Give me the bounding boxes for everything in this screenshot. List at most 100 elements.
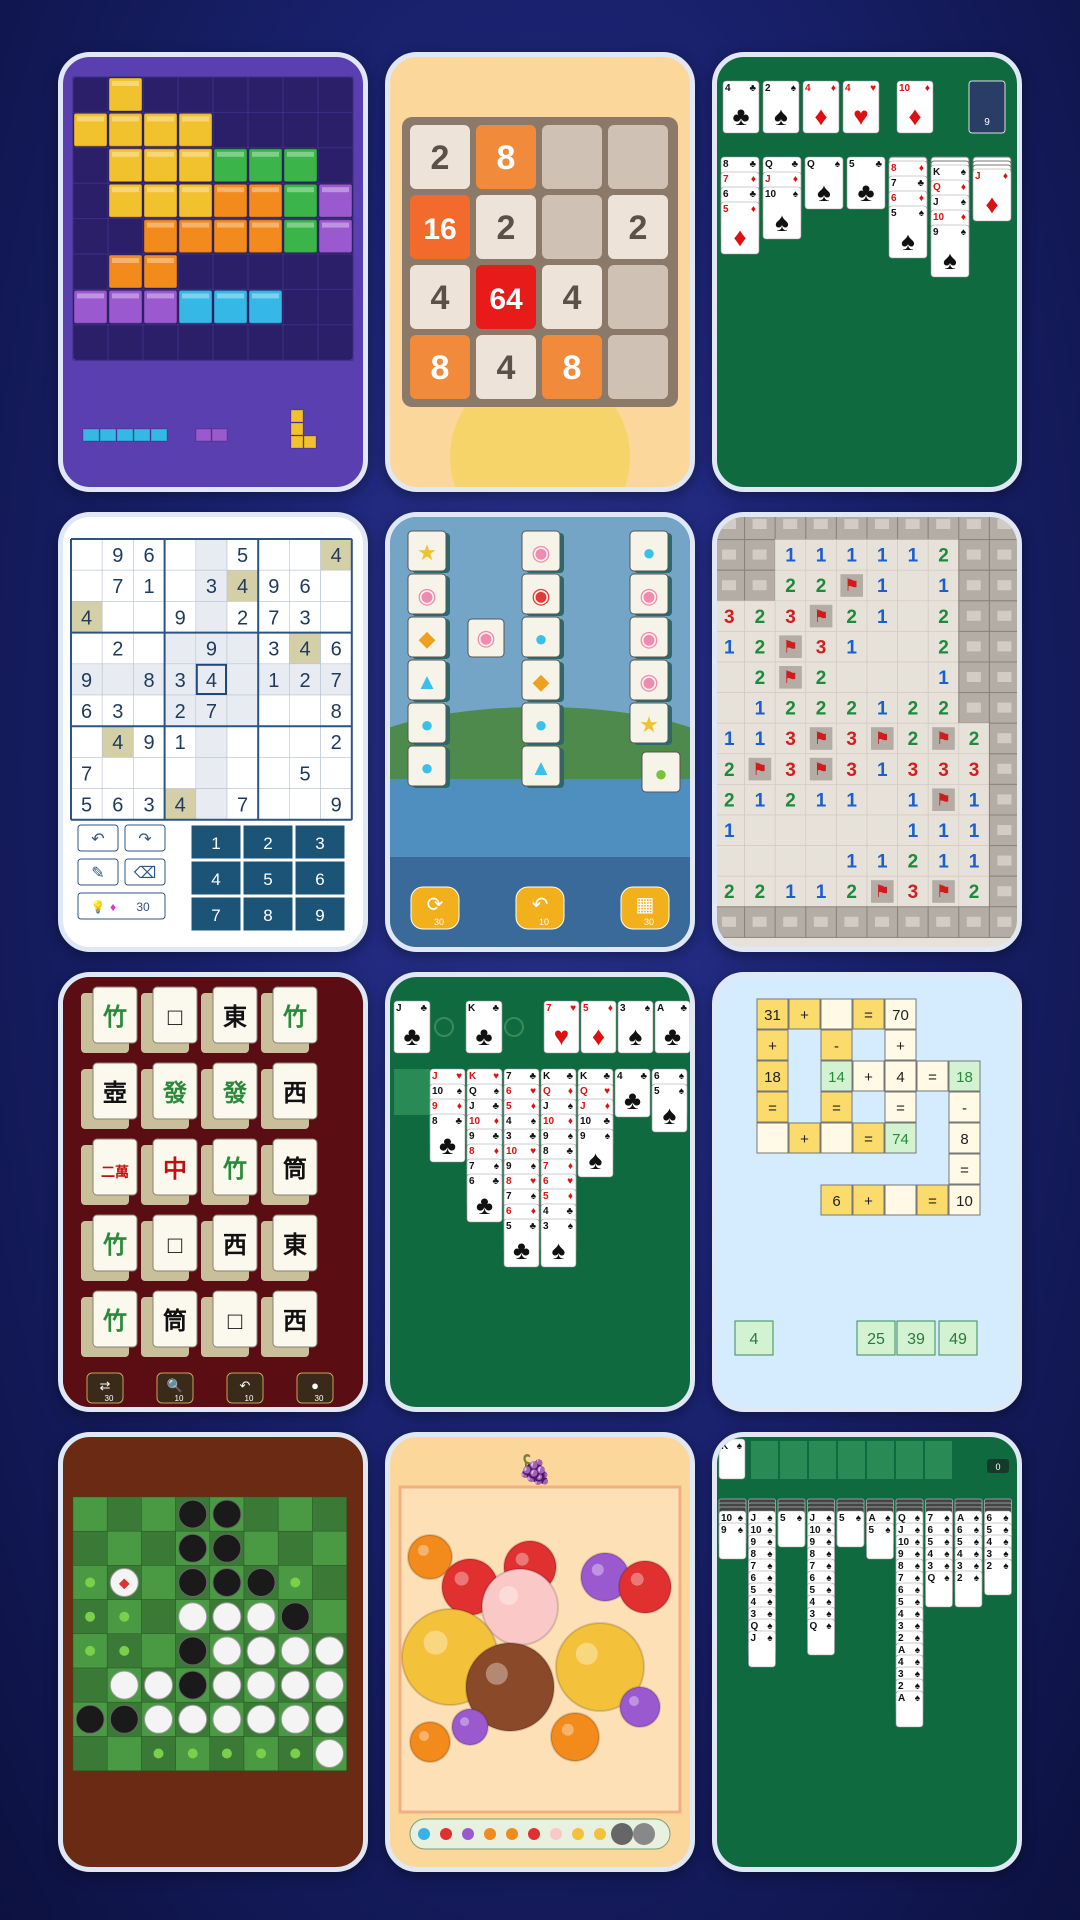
- tile-2048[interactable]: [542, 125, 602, 189]
- mahjong-card[interactable]: 竹 □ 東竹壺發發西二萬中竹筒竹 □ 西東竹筒 □ 西 ⇄ 30 🔍 10 ↶ 10 ● 30: [58, 972, 368, 1412]
- open-cell[interactable]: [866, 661, 898, 693]
- sudoku-cell[interactable]: [133, 632, 165, 665]
- white-disc[interactable]: [315, 1739, 344, 1768]
- tray-piece-cyan[interactable]: [133, 428, 151, 442]
- open-cell[interactable]: [866, 784, 898, 816]
- black-disc[interactable]: [178, 1636, 208, 1666]
- board-square[interactable]: [312, 1530, 347, 1566]
- foundation-slot[interactable]: [896, 1441, 923, 1479]
- math-crossword-card[interactable]: 31 + = 70 + - +18 14 +4 = 18 = = = - + = 74 8 = 6 + = 10 4 25 39 49: [712, 972, 1022, 1412]
- tile-2048[interactable]: [608, 335, 668, 399]
- white-disc[interactable]: [246, 1670, 276, 1700]
- white-disc[interactable]: [109, 1670, 139, 1700]
- black-disc[interactable]: [178, 1670, 208, 1700]
- board-square[interactable]: [141, 1599, 176, 1635]
- tray-piece-cyan[interactable]: [116, 428, 134, 442]
- board-square[interactable]: [106, 1736, 142, 1771]
- black-disc[interactable]: [178, 1533, 208, 1563]
- grape-fruit[interactable]: [619, 1686, 661, 1728]
- black-disc[interactable]: [212, 1533, 242, 1563]
- board-square[interactable]: [277, 1530, 313, 1566]
- sudoku-cell[interactable]: [70, 538, 103, 571]
- open-cell[interactable]: [897, 661, 929, 693]
- board-square[interactable]: [106, 1496, 142, 1532]
- sudoku-cell[interactable]: [226, 757, 259, 789]
- black-disc[interactable]: [280, 1602, 310, 1632]
- move-hint[interactable]: [119, 1611, 130, 1622]
- black-disc[interactable]: [212, 1499, 242, 1529]
- sudoku-cell[interactable]: [257, 757, 290, 789]
- sudoku-card[interactable]: 9654713496492732934698341276327849127556…: [58, 512, 368, 952]
- board-square[interactable]: [141, 1633, 176, 1669]
- open-cell[interactable]: [897, 569, 929, 602]
- sudoku-cell[interactable]: [133, 757, 165, 789]
- white-disc[interactable]: [144, 1670, 173, 1700]
- white-disc[interactable]: [280, 1704, 310, 1734]
- sudoku-cell[interactable]: [164, 757, 197, 789]
- sudoku-cell[interactable]: [133, 694, 165, 727]
- open-cell[interactable]: [836, 814, 868, 846]
- black-disc[interactable]: [178, 1568, 208, 1597]
- crossword-cell[interactable]: [756, 1122, 789, 1154]
- open-cell[interactable]: [717, 692, 745, 724]
- sudoku-cell[interactable]: [195, 757, 228, 789]
- tray-piece-yellow[interactable]: [303, 435, 317, 449]
- sudoku-cell[interactable]: [195, 725, 228, 758]
- sudoku-cell[interactable]: [289, 694, 321, 727]
- foundation-slot[interactable]: [780, 1441, 807, 1479]
- sudoku-cell[interactable]: [226, 632, 259, 665]
- sudoku-cell[interactable]: [257, 538, 290, 571]
- board-square[interactable]: [141, 1565, 176, 1600]
- foundation-slot[interactable]: [809, 1441, 836, 1479]
- white-disc[interactable]: [280, 1636, 310, 1666]
- sudoku-cell[interactable]: [164, 632, 197, 665]
- sudoku-cell[interactable]: [257, 694, 290, 727]
- open-cell[interactable]: [805, 845, 837, 877]
- move-hint[interactable]: [85, 1611, 96, 1622]
- apple-fruit[interactable]: [618, 1560, 672, 1614]
- white-disc[interactable]: [212, 1602, 242, 1632]
- sudoku-cell[interactable]: [289, 538, 321, 571]
- tile-match-card[interactable]: ★ ◉ ◆ ▲ ● ● ◉ ◉ ● ◆ ● ▲ ● ◉ ◉ ◉ ★ ◉ ● ⟳ 30 ↶ 10 ▦ 30: [385, 512, 695, 952]
- sudoku-cell[interactable]: [195, 538, 228, 571]
- move-hint[interactable]: [290, 1577, 301, 1588]
- reversi-card[interactable]: ◆: [58, 1432, 368, 1872]
- move-hint[interactable]: [187, 1748, 198, 1759]
- move-hint[interactable]: [85, 1577, 96, 1588]
- open-cell[interactable]: [805, 814, 837, 846]
- tile-2048[interactable]: [608, 265, 668, 329]
- sudoku-cell[interactable]: [133, 601, 165, 633]
- orange-fruit[interactable]: [409, 1721, 451, 1763]
- white-disc[interactable]: [178, 1602, 208, 1632]
- sudoku-cell[interactable]: [320, 569, 353, 602]
- board-square[interactable]: [72, 1736, 108, 1771]
- tray-piece-purple[interactable]: [211, 428, 228, 442]
- klondike-card[interactable]: 4 ♣ ♣ 2 ♠ ♠ 4 ♦ ♦ 4 ♥ ♥ 10 ♦ ♦ 9 8 ♣ 7 ♦ 6 ♣ 5 ♦ ♦ Q ♣ J ♦ 10 ♠ ♠ Q ♠ ♠ 5 ♣ ♣…: [712, 52, 1022, 492]
- sudoku-cell[interactable]: [289, 788, 321, 821]
- sudoku-cell[interactable]: [257, 788, 290, 821]
- open-cell[interactable]: [717, 661, 745, 693]
- open-cell[interactable]: [744, 845, 776, 877]
- white-disc[interactable]: [212, 1670, 242, 1700]
- board-square[interactable]: [312, 1565, 347, 1600]
- fruit-merge-card[interactable]: 🍇: [385, 1432, 695, 1872]
- move-hint[interactable]: [221, 1748, 232, 1759]
- crossword-cell[interactable]: [820, 1122, 853, 1154]
- sudoku-cell[interactable]: [101, 663, 134, 696]
- sudoku-cell[interactable]: [257, 725, 290, 758]
- white-disc[interactable]: [246, 1636, 276, 1666]
- tray-piece-yellow[interactable]: [290, 422, 304, 436]
- board-square[interactable]: [312, 1599, 347, 1635]
- sudoku-cell[interactable]: [226, 694, 259, 727]
- sudoku-cell[interactable]: [101, 601, 134, 633]
- tile-2048[interactable]: [608, 125, 668, 189]
- open-cell[interactable]: [866, 631, 898, 663]
- black-disc[interactable]: [75, 1704, 105, 1734]
- open-cell[interactable]: [897, 631, 929, 663]
- white-disc[interactable]: [144, 1704, 173, 1734]
- crossword-cell[interactable]: [820, 998, 853, 1030]
- open-cell[interactable]: [774, 814, 807, 846]
- sudoku-cell[interactable]: [101, 757, 134, 789]
- spider-card[interactable]: K ♠ 0 10 ♠ 9 ♠ J ♠ 10 ♠ 9 ♠ 8 ♠ 7 ♠ 6 ♠ 5 ♠ 4 ♠ 3 ♠ Q ♠ J ♠ 5 ♠ J ♠ 10 ♠ 9 ♠…: [712, 1432, 1022, 1872]
- black-disc[interactable]: [109, 1704, 139, 1734]
